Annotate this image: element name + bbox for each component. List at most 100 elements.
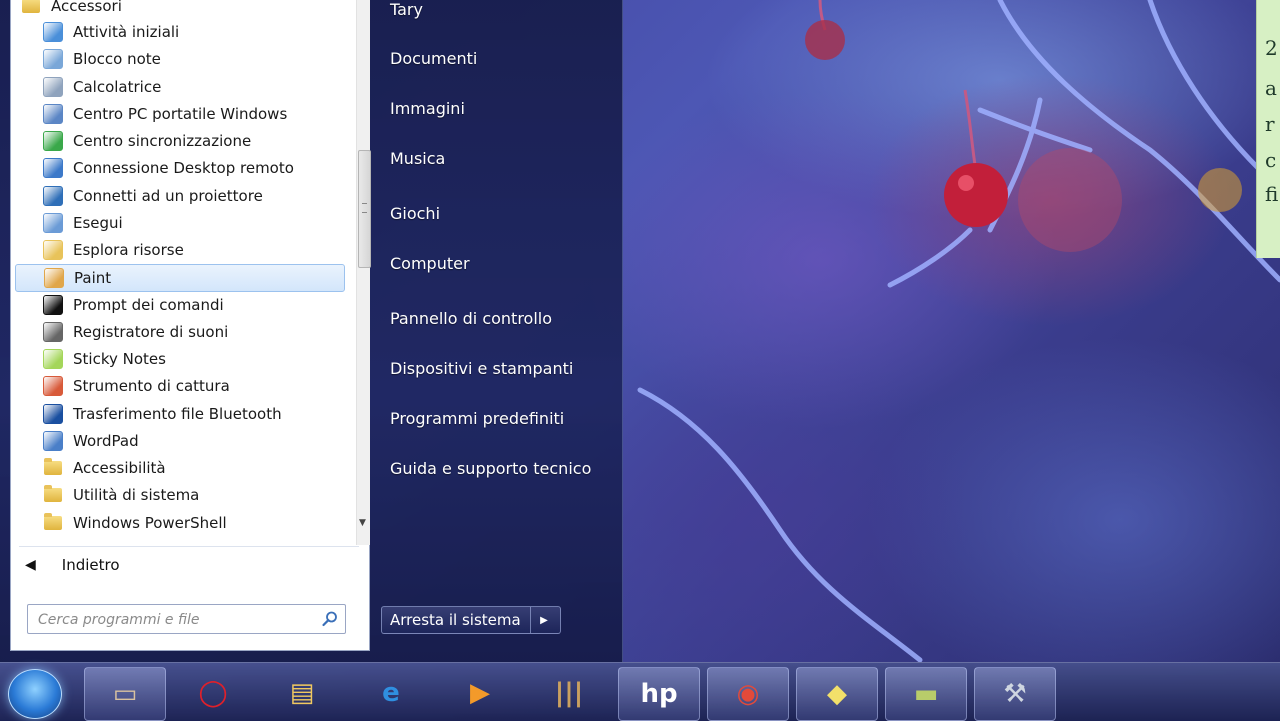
shutdown-options-arrow-icon[interactable]: ▶ (530, 607, 557, 633)
taskbar-button[interactable]: ◉ (707, 667, 789, 721)
program-item[interactable]: Prompt dei comandi (15, 292, 345, 318)
program-label: Prompt dei comandi (73, 295, 224, 314)
sticky-line: r (1265, 112, 1275, 136)
program-item[interactable]: Connetti ad un proiettore (15, 183, 345, 209)
notes-app-icon: ▬ (913, 679, 939, 709)
start-orb-icon[interactable] (8, 669, 62, 719)
taskbar-button[interactable]: ◆ (796, 667, 878, 721)
documents-link[interactable]: Documenti (390, 49, 477, 68)
program-label: Strumento di cattura (73, 377, 230, 396)
taskbar-button[interactable]: ◯ (173, 667, 253, 719)
program-item[interactable]: Trasferimento file Bluetooth (15, 401, 345, 427)
search-box[interactable] (27, 604, 346, 635)
program-item[interactable]: Registratore di suoni (15, 319, 345, 345)
sync-center-icon (43, 131, 63, 151)
program-item[interactable]: Esplora risorse (15, 237, 345, 263)
back-arrow-icon: ◀ (25, 557, 36, 573)
desktop-sticky-note[interactable]: 2 a r c fi (1256, 0, 1280, 258)
search-input[interactable] (36, 605, 310, 635)
taskbar-button[interactable]: ||| (529, 667, 609, 719)
program-label: Connessione Desktop remoto (73, 159, 294, 178)
program-label: WordPad (73, 431, 139, 450)
snipping-tool-icon (43, 376, 63, 397)
program-item[interactable]: Attività iniziali (15, 19, 345, 45)
desktop-app-icon: ▭ (112, 679, 138, 709)
taskbar-button[interactable]: ▤ (262, 667, 342, 719)
sticky-line: 2 (1265, 36, 1278, 60)
music-link[interactable]: Musica (390, 149, 445, 168)
program-item[interactable]: Centro PC portatile Windows (15, 101, 345, 127)
program-label: Registratore di suoni (73, 322, 229, 341)
bluetooth-icon (43, 403, 63, 424)
games-link[interactable]: Giochi (390, 204, 440, 223)
taskbar: ▭ ◯ ▤ e ▶ ||| hp ◉ ◆ ▬ ⚒ (0, 662, 1280, 721)
folder-icon (43, 512, 63, 533)
scrollbar-thumb[interactable] (358, 150, 371, 268)
notepad-icon (43, 49, 63, 70)
program-label: Blocco note (73, 50, 161, 69)
folder-accessori[interactable]: Accessori (15, 0, 345, 19)
help-support-link[interactable]: Guida e supporto tecnico (390, 459, 591, 478)
opera-icon: ◯ (198, 678, 228, 708)
program-label: Esegui (73, 213, 123, 232)
user-folder-link[interactable]: Tary (390, 0, 423, 19)
program-item[interactable]: Esegui (15, 210, 345, 236)
folder-icon (43, 458, 63, 478)
program-item[interactable]: Windows PowerShell (15, 510, 345, 536)
hp-icon: hp (640, 679, 678, 709)
taskbar-button[interactable]: hp (618, 667, 700, 721)
taskbar-button[interactable]: e (351, 667, 431, 719)
program-label: Windows PowerShell (73, 513, 227, 532)
search-icon[interactable] (321, 610, 339, 628)
scroll-down-icon[interactable]: ▼ (359, 518, 366, 528)
mobility-center-icon (43, 103, 63, 124)
chrome-icon: ◉ (736, 679, 760, 709)
program-label: Connetti ad un proiettore (73, 186, 263, 205)
program-item[interactable]: Strumento di cattura (15, 373, 345, 399)
default-programs-link[interactable]: Programmi predefiniti (390, 409, 564, 428)
program-item[interactable]: Utilità di sistema (15, 482, 345, 508)
taskbar-button[interactable]: ▶ (440, 667, 520, 719)
taskbar-button[interactable]: ⚒ (974, 667, 1056, 721)
program-item[interactable]: Accessibilità (15, 455, 345, 481)
program-item[interactable]: Blocco note (15, 46, 345, 72)
program-item[interactable]: Connessione Desktop remoto (15, 155, 345, 181)
program-item[interactable]: Paint (15, 264, 345, 293)
programs-panel: Accessori Attività iniziali Blocco note Ca… (10, 0, 371, 651)
sticky-notes-icon (43, 349, 63, 369)
control-panel-link[interactable]: Pannello di controllo (390, 309, 552, 328)
remote-desktop-icon (43, 158, 63, 179)
program-list-scrollbar[interactable]: ▼ (356, 0, 371, 545)
program-item[interactable]: Sticky Notes (15, 346, 345, 372)
explorer-icon (43, 240, 63, 260)
taskbar-button[interactable]: ▭ (84, 667, 166, 721)
program-item[interactable]: Centro sincronizzazione (15, 128, 345, 154)
getting-started-icon (43, 22, 63, 42)
back-button[interactable]: ◀ Indietro (25, 552, 355, 578)
calculator-icon (43, 76, 63, 97)
computer-link[interactable]: Computer (390, 254, 470, 273)
program-label: Esplora risorse (73, 241, 184, 259)
pictures-link[interactable]: Immagini (390, 99, 465, 118)
program-label: Sticky Notes (73, 350, 166, 368)
run-icon (43, 212, 63, 233)
program-label: Trasferimento file Bluetooth (73, 404, 282, 423)
folder-label: Accessori (51, 0, 122, 15)
file-explorer-icon: ▤ (289, 678, 315, 708)
program-label: Utilità di sistema (73, 486, 200, 505)
paint-icon (44, 268, 64, 289)
start-menu: Accessori Attività iniziali Blocco note Ca… (0, 0, 623, 662)
program-label: Centro sincronizzazione (73, 132, 252, 150)
sticky-line: c (1265, 148, 1277, 172)
program-label: Attività iniziali (73, 23, 180, 41)
tool-app-icon: ⚒ (1003, 679, 1027, 709)
program-item[interactable]: WordPad (15, 428, 345, 454)
projector-icon (43, 185, 63, 206)
program-item[interactable]: Calcolatrice (15, 74, 345, 100)
devices-printers-link[interactable]: Dispositivi e stampanti (390, 359, 573, 378)
command-prompt-icon (43, 294, 63, 315)
shutdown-button[interactable]: Arresta il sistema ▶ (381, 606, 561, 634)
folder-icon (43, 485, 63, 505)
taskbar-button[interactable]: ▬ (885, 667, 967, 721)
program-label: Calcolatrice (73, 77, 162, 96)
